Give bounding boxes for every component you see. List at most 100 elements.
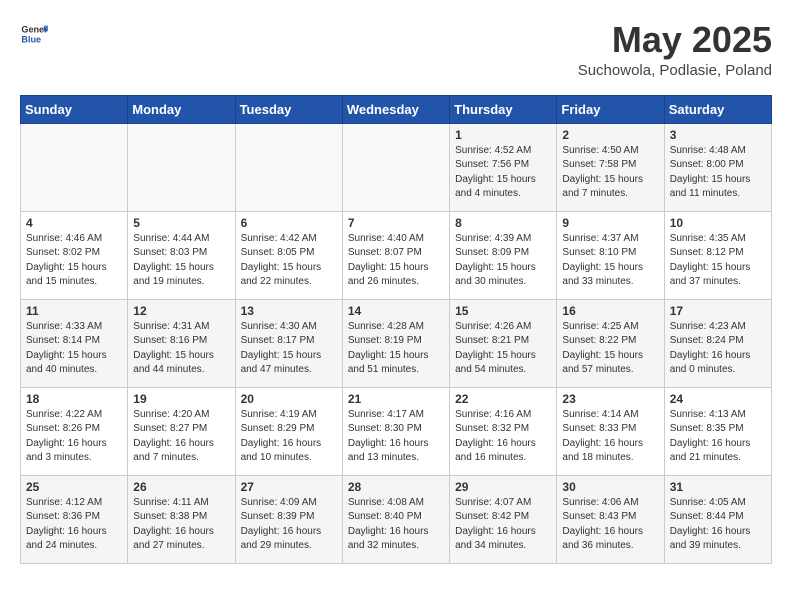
day-number: 31 (670, 480, 766, 494)
day-number: 18 (26, 392, 122, 406)
calendar-cell: 20 Sunrise: 4:19 AM Sunset: 8:29 PM Dayli… (235, 387, 342, 475)
day-info: Sunrise: 4:37 AM Sunset: 8:10 PM Dayligh… (562, 232, 658, 290)
day-number: 3 (670, 128, 766, 142)
weekday-header-wednesday: Wednesday (342, 95, 449, 123)
day-number: 20 (241, 392, 337, 406)
day-info: Sunrise: 4:25 AM Sunset: 8:22 PM Dayligh… (562, 320, 658, 378)
day-info: Sunrise: 4:26 AM Sunset: 8:21 PM Dayligh… (455, 320, 551, 378)
day-info: Sunrise: 4:46 AM Sunset: 8:02 PM Dayligh… (26, 232, 122, 290)
calendar-cell: 24 Sunrise: 4:13 AM Sunset: 8:35 PM Dayli… (664, 387, 771, 475)
weekday-header-sunday: Sunday (21, 95, 128, 123)
day-info: Sunrise: 4:35 AM Sunset: 8:12 PM Dayligh… (670, 232, 766, 290)
day-number: 1 (455, 128, 551, 142)
calendar-cell (342, 123, 449, 211)
weekday-header-saturday: Saturday (664, 95, 771, 123)
day-info: Sunrise: 4:19 AM Sunset: 8:29 PM Dayligh… (241, 408, 337, 466)
calendar-cell: 31 Sunrise: 4:05 AM Sunset: 8:44 PM Dayli… (664, 475, 771, 563)
logo: General Blue (20, 20, 48, 48)
location-subtitle: Suchowola, Podlasie, Poland (578, 62, 772, 79)
calendar-cell (21, 123, 128, 211)
calendar-cell: 1 Sunrise: 4:52 AM Sunset: 7:56 PM Daylig… (450, 123, 557, 211)
calendar-cell: 25Sunrise: 4:12 AM Sunset: 8:36 PM Dayli… (21, 475, 128, 563)
calendar-cell: 14 Sunrise: 4:28 AM Sunset: 8:19 PM Dayli… (342, 299, 449, 387)
day-info: Sunrise: 4:11 AM Sunset: 8:38 PM Dayligh… (133, 496, 229, 554)
calendar-cell: 27 Sunrise: 4:09 AM Sunset: 8:39 PM Dayli… (235, 475, 342, 563)
day-info: Sunrise: 4:28 AM Sunset: 8:19 PM Dayligh… (348, 320, 444, 378)
calendar-cell (128, 123, 235, 211)
week-row-4: 18 Sunrise: 4:22 AM Sunset: 8:26 PM Dayli… (21, 387, 772, 475)
calendar-cell: 30 Sunrise: 4:06 AM Sunset: 8:43 PM Dayli… (557, 475, 664, 563)
calendar-cell: 21 Sunrise: 4:17 AM Sunset: 8:30 PM Dayli… (342, 387, 449, 475)
day-info: Sunrise: 4:16 AM Sunset: 8:32 PM Dayligh… (455, 408, 551, 466)
day-info: Sunrise: 4:50 AM Sunset: 7:58 PM Dayligh… (562, 144, 658, 202)
day-number: 5 (133, 216, 229, 230)
day-number: 9 (562, 216, 658, 230)
title-area: May 2025 Suchowola, Podlasie, Poland (578, 20, 772, 79)
calendar-cell: 17 Sunrise: 4:23 AM Sunset: 8:24 PM Dayli… (664, 299, 771, 387)
calendar-cell: 15 Sunrise: 4:26 AM Sunset: 8:21 PM Dayli… (450, 299, 557, 387)
day-info: Sunrise: 4:17 AM Sunset: 8:30 PM Dayligh… (348, 408, 444, 466)
day-number: 27 (241, 480, 337, 494)
svg-text:Blue: Blue (21, 34, 41, 44)
day-number: 23 (562, 392, 658, 406)
calendar-cell: 3 Sunrise: 4:48 AM Sunset: 8:00 PM Daylig… (664, 123, 771, 211)
day-info: Sunrise: 4:42 AM Sunset: 8:05 PM Dayligh… (241, 232, 337, 290)
day-info: Sunrise: 4:52 AM Sunset: 7:56 PM Dayligh… (455, 144, 551, 202)
calendar-table: SundayMondayTuesdayWednesdayThursdayFrid… (20, 95, 772, 564)
calendar-cell: 6Sunrise: 4:42 AM Sunset: 8:05 PM Daylig… (235, 211, 342, 299)
day-number: 21 (348, 392, 444, 406)
day-info: Sunrise: 4:48 AM Sunset: 8:00 PM Dayligh… (670, 144, 766, 202)
calendar-cell: 4 Sunrise: 4:46 AM Sunset: 8:02 PM Daylig… (21, 211, 128, 299)
day-info: Sunrise: 4:09 AM Sunset: 8:39 PM Dayligh… (241, 496, 337, 554)
day-number: 26 (133, 480, 229, 494)
day-number: 13 (241, 304, 337, 318)
calendar-cell: 13 Sunrise: 4:30 AM Sunset: 8:17 PM Dayli… (235, 299, 342, 387)
week-row-2: 4 Sunrise: 4:46 AM Sunset: 8:02 PM Daylig… (21, 211, 772, 299)
page-header: General Blue May 2025 Suchowola, Podlasi… (20, 20, 772, 79)
day-number: 17 (670, 304, 766, 318)
day-info: Sunrise: 4:31 AM Sunset: 8:16 PM Dayligh… (133, 320, 229, 378)
calendar-cell: 19Sunrise: 4:20 AM Sunset: 8:27 PM Dayli… (128, 387, 235, 475)
day-number: 14 (348, 304, 444, 318)
calendar-cell: 16 Sunrise: 4:25 AM Sunset: 8:22 PM Dayli… (557, 299, 664, 387)
logo-icon: General Blue (20, 20, 48, 48)
day-number: 22 (455, 392, 551, 406)
week-row-3: 11Sunrise: 4:33 AM Sunset: 8:14 PM Dayli… (21, 299, 772, 387)
day-number: 16 (562, 304, 658, 318)
day-number: 15 (455, 304, 551, 318)
day-info: Sunrise: 4:39 AM Sunset: 8:09 PM Dayligh… (455, 232, 551, 290)
weekday-header-thursday: Thursday (450, 95, 557, 123)
day-info: Sunrise: 4:08 AM Sunset: 8:40 PM Dayligh… (348, 496, 444, 554)
day-number: 28 (348, 480, 444, 494)
day-info: Sunrise: 4:30 AM Sunset: 8:17 PM Dayligh… (241, 320, 337, 378)
calendar-cell: 28 Sunrise: 4:08 AM Sunset: 8:40 PM Dayli… (342, 475, 449, 563)
calendar-cell (235, 123, 342, 211)
day-info: Sunrise: 4:20 AM Sunset: 8:27 PM Dayligh… (133, 408, 229, 466)
day-info: Sunrise: 4:06 AM Sunset: 8:43 PM Dayligh… (562, 496, 658, 554)
calendar-cell: 23 Sunrise: 4:14 AM Sunset: 8:33 PM Dayli… (557, 387, 664, 475)
calendar-cell: 18 Sunrise: 4:22 AM Sunset: 8:26 PM Dayli… (21, 387, 128, 475)
day-number: 12 (133, 304, 229, 318)
day-number: 24 (670, 392, 766, 406)
day-info: Sunrise: 4:12 AM Sunset: 8:36 PM Dayligh… (26, 496, 122, 554)
calendar-cell: 12 Sunrise: 4:31 AM Sunset: 8:16 PM Dayli… (128, 299, 235, 387)
day-number: 29 (455, 480, 551, 494)
calendar-cell: 8Sunrise: 4:39 AM Sunset: 8:09 PM Daylig… (450, 211, 557, 299)
calendar-cell: 2 Sunrise: 4:50 AM Sunset: 7:58 PM Daylig… (557, 123, 664, 211)
day-number: 30 (562, 480, 658, 494)
calendar-cell: 5Sunrise: 4:44 AM Sunset: 8:03 PM Daylig… (128, 211, 235, 299)
weekday-header-monday: Monday (128, 95, 235, 123)
day-info: Sunrise: 4:14 AM Sunset: 8:33 PM Dayligh… (562, 408, 658, 466)
day-number: 2 (562, 128, 658, 142)
week-row-1: 1 Sunrise: 4:52 AM Sunset: 7:56 PM Daylig… (21, 123, 772, 211)
day-info: Sunrise: 4:05 AM Sunset: 8:44 PM Dayligh… (670, 496, 766, 554)
day-info: Sunrise: 4:13 AM Sunset: 8:35 PM Dayligh… (670, 408, 766, 466)
calendar-cell: 26 Sunrise: 4:11 AM Sunset: 8:38 PM Dayli… (128, 475, 235, 563)
day-info: Sunrise: 4:33 AM Sunset: 8:14 PM Dayligh… (26, 320, 122, 378)
day-info: Sunrise: 4:22 AM Sunset: 8:26 PM Dayligh… (26, 408, 122, 466)
week-row-5: 25Sunrise: 4:12 AM Sunset: 8:36 PM Dayli… (21, 475, 772, 563)
day-number: 7 (348, 216, 444, 230)
day-info: Sunrise: 4:23 AM Sunset: 8:24 PM Dayligh… (670, 320, 766, 378)
day-number: 4 (26, 216, 122, 230)
calendar-cell: 9 Sunrise: 4:37 AM Sunset: 8:10 PM Daylig… (557, 211, 664, 299)
